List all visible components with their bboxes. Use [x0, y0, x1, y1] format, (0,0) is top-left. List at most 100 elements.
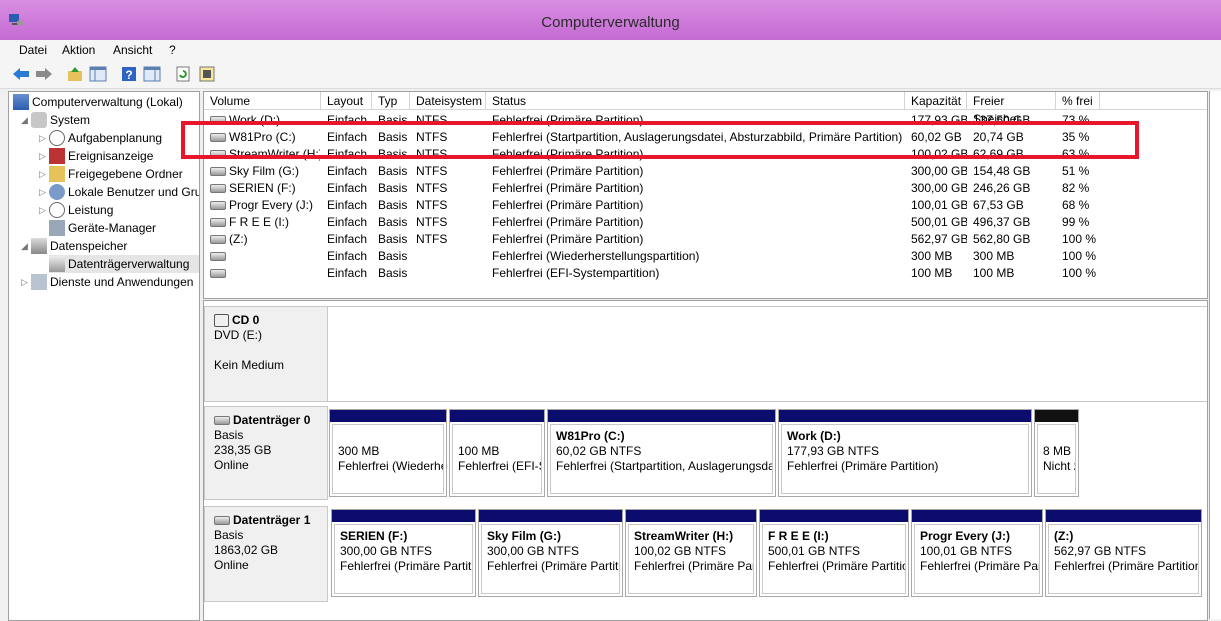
table-row[interactable]: F R E E (I:) Einfach Basis NTFS Fehlerfrei (… — [204, 214, 1207, 231]
menu-ansicht[interactable]: Ansicht — [113, 43, 152, 57]
table-row[interactable]: Einfach Basis Fehlerfrei (EFI-Systempartit… — [204, 265, 1207, 282]
column-header-typ[interactable]: Typ — [372, 92, 410, 110]
partition-bar — [779, 410, 1031, 422]
cell-layout: Einfach — [327, 248, 373, 265]
partition-block[interactable]: (Z:) 562,97 GB NTFS Fehlerfrei (Primäre Pa… — [1045, 509, 1202, 597]
properties-icon[interactable] — [143, 65, 161, 83]
cell-text: F R E E (I:) — [229, 215, 289, 229]
menu-datei[interactable]: Datei — [19, 43, 47, 57]
cell-text: 500,01 GB — [911, 215, 967, 229]
partition-block[interactable]: SERIEN (F:) 300,00 GB NTFS Fehlerfrei (Pri… — [331, 509, 476, 597]
tree-item-ereignisanzeige[interactable]: ▷ Ereignisanzeige — [39, 147, 153, 165]
cell-prozent-frei: 99 % — [1062, 214, 1102, 231]
cd-0-area[interactable] — [328, 306, 1207, 402]
cd-0-label[interactable]: CD 0 DVD (E:) Kein Medium — [204, 306, 328, 402]
column-header-status[interactable]: Status — [486, 92, 905, 110]
partition-block[interactable]: Progr Every (J:) 100,01 GB NTFS Fehlerfrei… — [911, 509, 1043, 597]
menu-help[interactable]: ? — [169, 43, 176, 57]
export-icon[interactable] — [198, 65, 216, 83]
tree-label: Ereignisanzeige — [68, 149, 154, 163]
collapsed-arrow-icon[interactable]: ▷ — [39, 169, 49, 180]
cell-prozent-frei: 100 % — [1062, 231, 1102, 248]
cell-kapazitaet: 300 MB — [911, 248, 967, 265]
tree-item-aufgabenplanung[interactable]: ▷ Aufgabenplanung — [39, 129, 162, 147]
disk-0-label[interactable]: Datenträger 0 Basis 238,35 GB Online — [204, 406, 328, 500]
table-row[interactable]: Progr Every (J:) Einfach Basis NTFS Fehlerfr… — [204, 197, 1207, 214]
cell-volume: SERIEN (F:) — [210, 180, 320, 197]
table-row[interactable]: Sky Film (G:) Einfach Basis NTFS Fehlerfrei … — [204, 163, 1207, 180]
tree-label: Lokale Benutzer und Gruppen — [68, 185, 200, 199]
collapsed-arrow-icon[interactable]: ▷ — [39, 187, 49, 198]
refresh-icon[interactable] — [174, 65, 192, 83]
tree-item-system[interactable]: ◢ System — [21, 111, 90, 129]
column-header-dateisystem[interactable]: Dateisystem — [410, 92, 486, 110]
partition-bar — [330, 410, 446, 422]
partition-size: 300 MB — [338, 444, 380, 458]
expanded-arrow-icon[interactable]: ◢ — [21, 241, 31, 252]
forward-icon[interactable] — [35, 65, 53, 83]
cell-kapazitaet: 300,00 GB — [911, 180, 967, 197]
cell-text: 300,00 GB — [911, 164, 967, 178]
collapsed-arrow-icon[interactable]: ▷ — [21, 277, 31, 288]
partition-block[interactable]: Work (D:) 177,93 GB NTFS Fehlerfrei (Primä… — [778, 409, 1032, 497]
partition-block[interactable]: Sky Film (G:) 300,00 GB NTFS Fehlerfrei (P… — [478, 509, 623, 597]
column-header-kapazitaet[interactable]: Kapazität — [905, 92, 967, 110]
table-row[interactable]: SERIEN (F:) Einfach Basis NTFS Fehlerfrei (P… — [204, 180, 1207, 197]
volume-icon — [210, 218, 226, 228]
tree-label: Aufgabenplanung — [68, 131, 163, 145]
table-row[interactable]: Einfach Basis Fehlerfrei (Wiederherstellun… — [204, 248, 1207, 265]
collapsed-arrow-icon[interactable]: ▷ — [39, 205, 49, 216]
tree-root[interactable]: Computerverwaltung (Lokal) — [13, 93, 183, 111]
tree-item-leistung[interactable]: ▷ Leistung — [39, 201, 113, 219]
disk-icon — [214, 516, 230, 526]
cell-text: 246,26 GB — [973, 181, 1031, 195]
menu-aktion[interactable]: Aktion — [62, 43, 95, 57]
cell-dateisystem: NTFS — [416, 180, 486, 197]
tree-label: Dienste und Anwendungen — [50, 275, 194, 289]
tree-item-dienste[interactable]: ▷ Dienste und Anwendungen — [21, 273, 193, 291]
show-hide-tree-icon[interactable] — [89, 65, 107, 83]
tree-item-geraete-manager[interactable]: Geräte-Manager — [49, 219, 156, 237]
expanded-arrow-icon[interactable]: ◢ — [21, 115, 31, 126]
cell-layout: Einfach — [327, 180, 373, 197]
cell-text: 100 % — [1062, 266, 1097, 280]
partition-size: 500,01 GB NTFS — [768, 544, 861, 558]
column-header-volume[interactable]: Volume — [204, 92, 321, 110]
collapsed-arrow-icon[interactable]: ▷ — [39, 133, 49, 144]
device-manager-icon — [49, 220, 65, 236]
column-header-layout[interactable]: Layout — [321, 92, 372, 110]
title-bar: Computerverwaltung — [0, 0, 1221, 40]
table-row[interactable]: (Z:) Einfach Basis NTFS Fehlerfrei (Primäre … — [204, 231, 1207, 248]
back-icon[interactable] — [12, 65, 30, 83]
partition-name: Sky Film (G:) — [487, 529, 562, 543]
up-icon[interactable] — [66, 65, 84, 83]
cell-layout: Einfach — [327, 163, 373, 180]
volume-icon — [210, 269, 226, 279]
cell-text: Einfach — [327, 181, 368, 195]
event-viewer-icon — [49, 148, 65, 164]
partition-block[interactable]: F R E E (I:) 500,01 GB NTFS Fehlerfrei (Pr… — [759, 509, 909, 597]
partition-size: 300,00 GB NTFS — [340, 544, 433, 558]
column-header-freier-speicher[interactable]: Freier Speicher — [967, 92, 1056, 126]
partition-size: 562,97 GB NTFS — [1054, 544, 1147, 558]
cell-text: (Z:) — [229, 232, 248, 246]
partition-block[interactable]: 100 MBFehlerfrei (EFI-Systempartition) — [449, 409, 545, 497]
partition-status: Fehlerfrei (Startpartition, Auslagerungs… — [556, 459, 772, 473]
disk-1-label[interactable]: Datenträger 1 Basis 1863,02 GB Online — [204, 506, 328, 602]
partition-block[interactable]: 8 MBNicht zugeordnet — [1034, 409, 1079, 497]
cell-text: Einfach — [327, 215, 368, 229]
partition-status: Fehlerfrei (Primäre Partition) — [768, 559, 906, 573]
tree-item-freigegebene-ordner[interactable]: ▷ Freigegebene Ordner — [39, 165, 183, 183]
partition-block[interactable]: W81Pro (C:) 60,02 GB NTFS Fehlerfrei (Star… — [547, 409, 776, 497]
partition-block[interactable]: StreamWriter (H:) 100,02 GB NTFS Fehlerfre… — [625, 509, 757, 597]
tree-item-lokale-benutzer[interactable]: ▷ Lokale Benutzer und Gruppen — [39, 183, 200, 201]
partition-block[interactable]: 300 MBFehlerfrei (Wiederherstellungspart… — [329, 409, 447, 497]
column-header-prozent-frei[interactable]: % frei — [1056, 92, 1100, 110]
tree-item-datenspeicher[interactable]: ◢ Datenspeicher — [21, 237, 127, 255]
cell-text: 300 MB — [973, 249, 1015, 263]
help-icon[interactable]: ? — [120, 65, 138, 83]
partition-status: Fehlerfrei (Primäre Partition) — [487, 559, 619, 573]
cell-freier-speicher: 496,37 GB — [973, 214, 1056, 231]
collapsed-arrow-icon[interactable]: ▷ — [39, 151, 49, 162]
tree-item-datentraegerverwaltung[interactable]: Datenträgerverwaltung — [49, 255, 199, 273]
